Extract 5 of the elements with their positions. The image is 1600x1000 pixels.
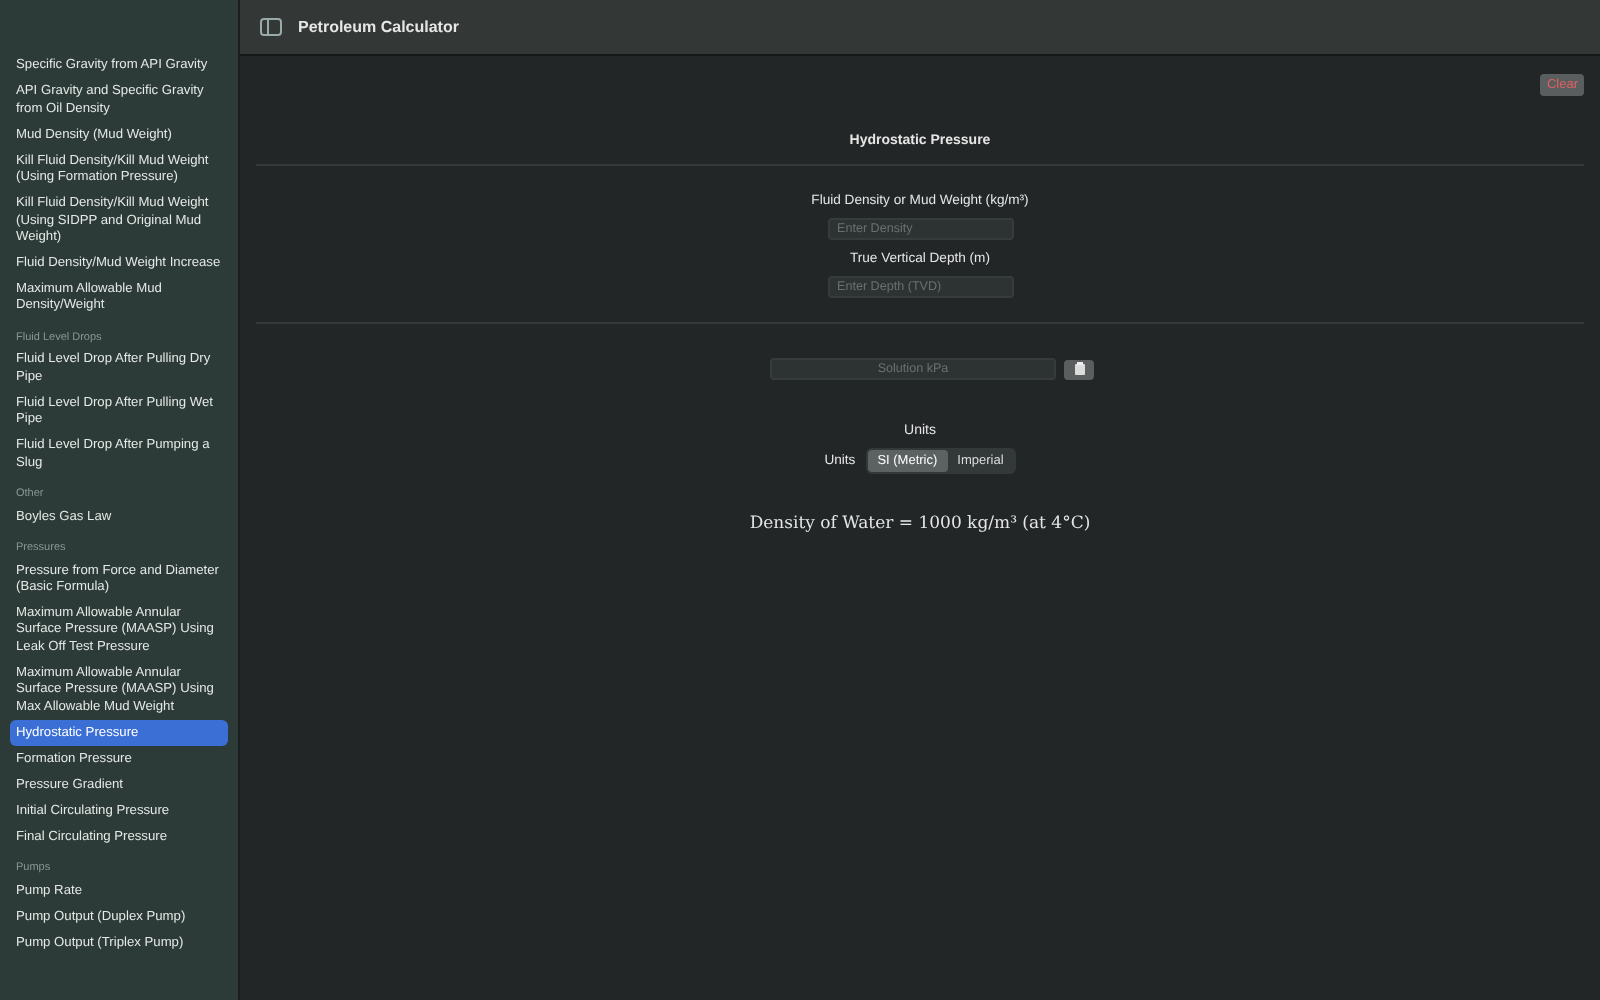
clipboard-icon (1073, 362, 1085, 376)
copy-button[interactable] (1064, 359, 1094, 379)
density-note: Density of Water = 1000 kg/m³ (at 4°C) (749, 514, 1091, 534)
window-title: Petroleum Calculator (298, 18, 459, 36)
sidebar-toggle-icon[interactable] (260, 18, 282, 36)
